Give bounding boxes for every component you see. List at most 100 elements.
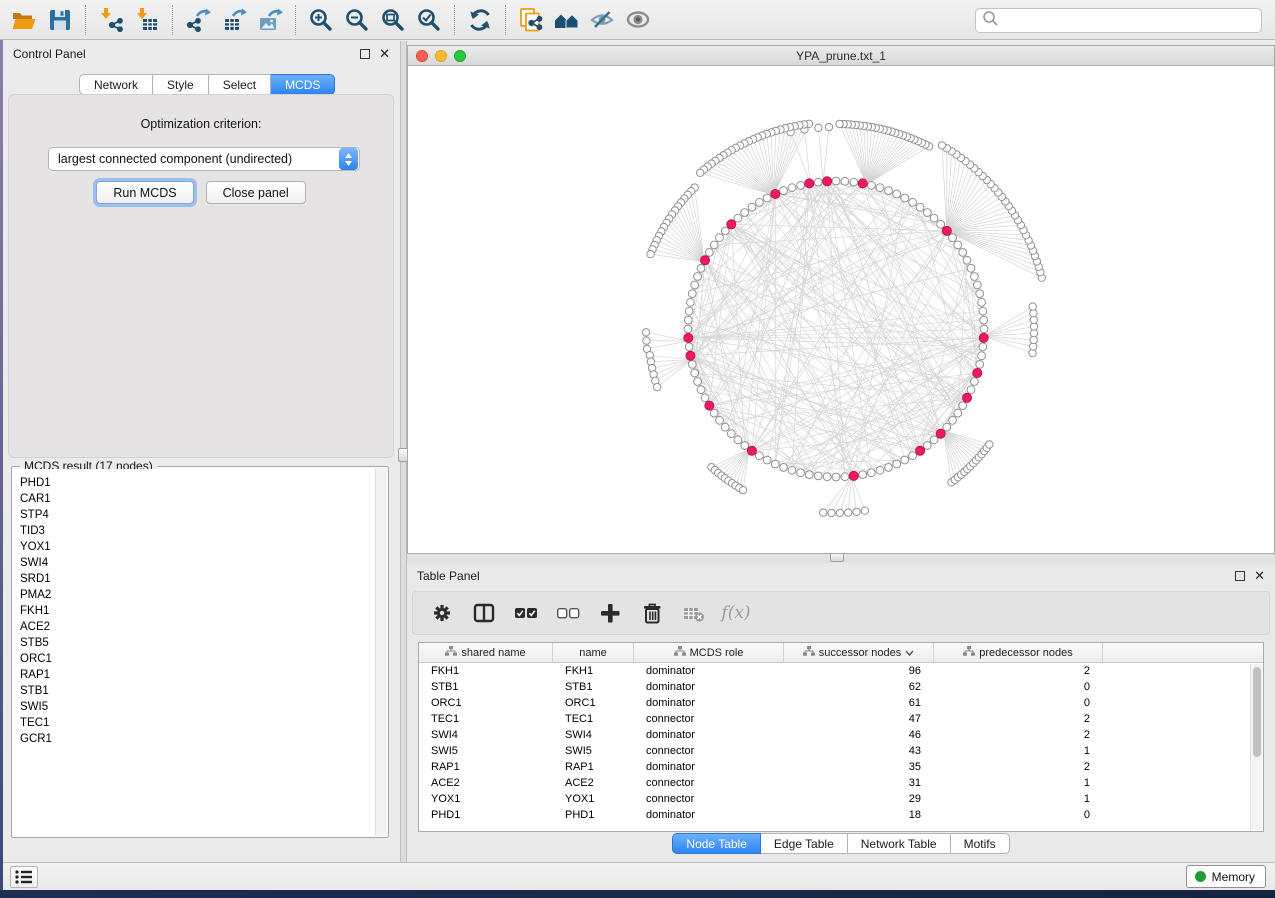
mcds-result-item[interactable]: SRD1 xyxy=(20,571,375,587)
desktop-wallpaper-sliver xyxy=(0,40,3,890)
zoom-selected-button[interactable] xyxy=(411,3,447,37)
column-header-MCDS-role[interactable]: MCDS role xyxy=(634,643,784,662)
mcds-result-item[interactable]: STB1 xyxy=(20,683,375,699)
open-session-button[interactable] xyxy=(6,3,42,37)
table-row[interactable]: SWI5SWI5connector431 xyxy=(419,743,1263,759)
delete-column-button[interactable] xyxy=(639,600,665,626)
hide-selected-button[interactable] xyxy=(585,3,621,37)
delete-table-button[interactable] xyxy=(681,600,707,626)
first-neighbors-button[interactable] xyxy=(549,3,585,37)
cell-name: TEC1 xyxy=(553,711,634,727)
tab-select[interactable]: Select xyxy=(209,74,271,95)
save-session-button[interactable] xyxy=(42,3,78,37)
table-row[interactable]: PHD1PHD1dominator180 xyxy=(419,807,1263,823)
mcds-result-item[interactable]: PHD1 xyxy=(20,475,375,491)
close-window-icon[interactable] xyxy=(416,50,428,62)
mcds-result-item[interactable]: TEC1 xyxy=(20,715,375,731)
cell-MCDS-role: connector xyxy=(634,775,784,791)
toolbar-separator xyxy=(85,5,86,35)
vertical-splitter[interactable] xyxy=(400,41,407,862)
close-panel-icon[interactable]: ✕ xyxy=(379,49,390,59)
tab-motifs[interactable]: Motifs xyxy=(951,833,1010,854)
show-columns-button[interactable] xyxy=(471,600,497,626)
minimize-window-icon[interactable] xyxy=(435,50,447,62)
mcds-result-item[interactable]: SWI4 xyxy=(20,555,375,571)
mcds-result-item[interactable]: ORC1 xyxy=(20,651,375,667)
zoom-fit-button[interactable] xyxy=(375,3,411,37)
maximize-window-icon[interactable] xyxy=(454,50,466,62)
import-table-button[interactable] xyxy=(129,3,165,37)
mcds-result-item[interactable]: ACE2 xyxy=(20,619,375,635)
table-panel-titlebar: Table Panel ✕ xyxy=(407,563,1275,589)
optimization-criterion-dropdown[interactable]: largest connected component (undirected) xyxy=(48,147,360,171)
tab-network[interactable]: Network xyxy=(79,74,153,95)
close-table-panel-icon[interactable]: ✕ xyxy=(1254,571,1265,581)
close-panel-button[interactable]: Close panel xyxy=(206,181,306,204)
new-network-from-selection-button[interactable] xyxy=(513,3,549,37)
column-header-shared-name[interactable]: shared name xyxy=(419,643,553,662)
table-row[interactable]: STB1STB1dominator620 xyxy=(419,679,1263,695)
network-graph[interactable] xyxy=(408,66,1274,553)
task-history-button[interactable] xyxy=(10,866,38,888)
table-settings-button[interactable] xyxy=(429,600,455,626)
table-row[interactable]: TEC1TEC1connector472 xyxy=(419,711,1263,727)
zoom-out-button[interactable] xyxy=(339,3,375,37)
float-window-icon[interactable] xyxy=(360,49,370,59)
tab-node-table[interactable]: Node Table xyxy=(672,833,761,854)
column-header-predecessor-nodes[interactable]: predecessor nodes xyxy=(934,643,1103,662)
zoom-in-icon xyxy=(308,7,334,33)
add-column-button[interactable] xyxy=(597,600,623,626)
tab-style[interactable]: Style xyxy=(153,74,209,95)
mcds-result-item[interactable]: CAR1 xyxy=(20,491,375,507)
mcds-result-item[interactable]: FKH1 xyxy=(20,603,375,619)
table-row[interactable]: RAP1RAP1dominator352 xyxy=(419,759,1263,775)
mcds-list-scrollbar[interactable] xyxy=(375,468,387,836)
table-row[interactable]: ORC1ORC1dominator610 xyxy=(419,695,1263,711)
gear-icon xyxy=(431,602,454,625)
table-row[interactable]: SWI4SWI4dominator462 xyxy=(419,727,1263,743)
table-scrollbar[interactable] xyxy=(1250,664,1262,830)
export-table-button[interactable] xyxy=(216,3,252,37)
table-scrollbar-thumb[interactable] xyxy=(1253,667,1261,757)
function-builder-button[interactable]: f(x) xyxy=(723,600,749,626)
folder-open-icon xyxy=(11,7,37,33)
search-input[interactable] xyxy=(998,9,1261,32)
import-network-button[interactable] xyxy=(93,3,129,37)
mcds-result-item[interactable]: TID3 xyxy=(20,523,375,539)
show-all-button[interactable] xyxy=(621,3,657,37)
table-panel: Table Panel ✕ f(x) shared namenameMCDS r… xyxy=(407,563,1275,862)
deselect-all-columns-button[interactable] xyxy=(555,600,581,626)
select-all-columns-button[interactable] xyxy=(513,600,539,626)
mcds-result-item[interactable]: GCR1 xyxy=(20,731,375,747)
run-mcds-button[interactable]: Run MCDS xyxy=(96,181,193,204)
mcds-result-item[interactable]: SWI5 xyxy=(20,699,375,715)
table-row[interactable]: ACE2ACE2connector311 xyxy=(419,775,1263,791)
cell-name: FKH1 xyxy=(553,663,634,679)
mcds-result-item[interactable]: RAP1 xyxy=(20,667,375,683)
zoom-in-button[interactable] xyxy=(303,3,339,37)
mcds-result-item[interactable]: STB5 xyxy=(20,635,375,651)
tab-network-table[interactable]: Network Table xyxy=(848,833,951,854)
refresh-button[interactable] xyxy=(462,3,498,37)
mcds-result-list[interactable]: PHD1CAR1STP4TID3YOX1SWI4SRD1PMA2FKH1ACE2… xyxy=(14,469,375,835)
tab-edge-table[interactable]: Edge Table xyxy=(761,833,848,854)
eye-icon xyxy=(626,7,652,33)
delete-table-icon xyxy=(683,602,706,625)
table-row[interactable]: YOX1YOX1connector291 xyxy=(419,791,1263,807)
export-image-button[interactable] xyxy=(252,3,288,37)
export-network-button[interactable] xyxy=(180,3,216,37)
column-header-name[interactable]: name xyxy=(553,643,634,662)
horizontal-splitter[interactable] xyxy=(407,554,1275,563)
mcds-result-item[interactable]: STP4 xyxy=(20,507,375,523)
mcds-result-item[interactable]: PMA2 xyxy=(20,587,375,603)
column-header-successor-nodes[interactable]: successor nodes xyxy=(784,643,934,662)
table-row[interactable]: FKH1FKH1dominator962 xyxy=(419,663,1263,679)
network-canvas[interactable] xyxy=(408,66,1274,553)
network-window-titlebar[interactable]: YPA_prune.txt_1 xyxy=(408,46,1274,66)
search-field[interactable] xyxy=(975,8,1262,33)
float-table-panel-icon[interactable] xyxy=(1235,571,1245,581)
mcds-result-item[interactable]: YOX1 xyxy=(20,539,375,555)
memory-button[interactable]: Memory xyxy=(1186,865,1266,888)
cell-successor-nodes: 47 xyxy=(784,711,934,727)
tab-mcds[interactable]: MCDS xyxy=(271,74,335,95)
